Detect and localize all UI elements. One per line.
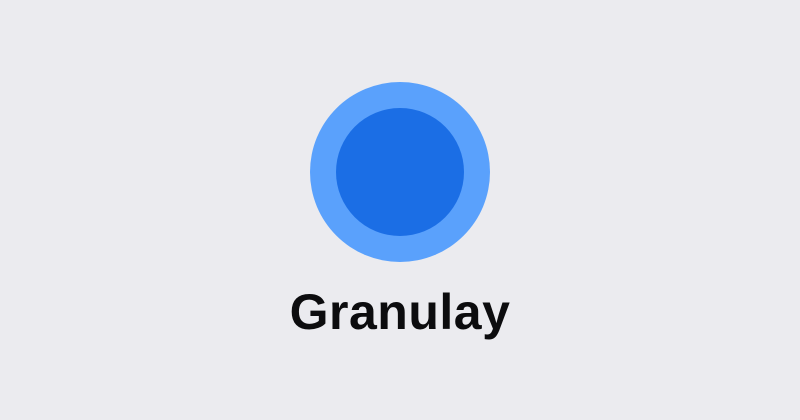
app-name-title: Granulay [289,284,511,340]
app-logo-icon [310,82,490,262]
app-logo-inner-circle [336,108,464,236]
